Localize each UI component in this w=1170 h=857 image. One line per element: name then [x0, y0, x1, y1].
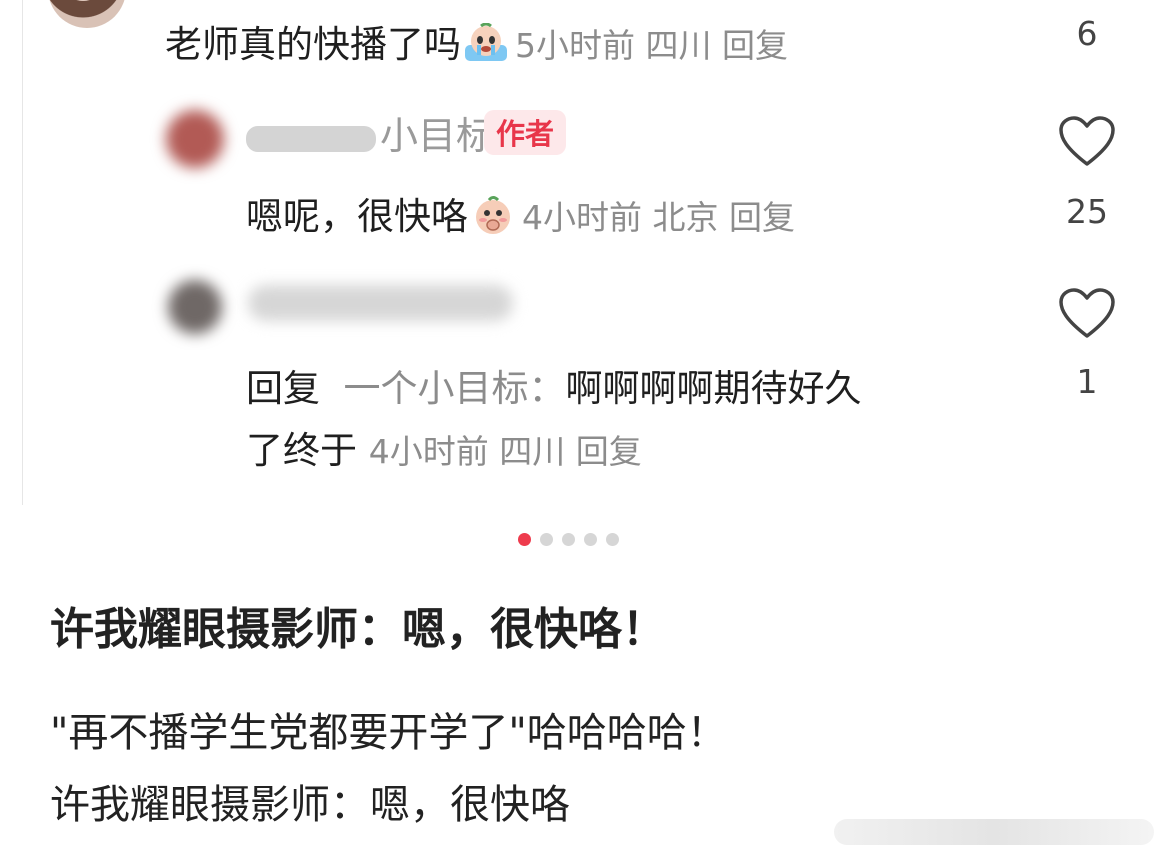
avatar[interactable]	[166, 110, 224, 168]
like-count: 1	[1076, 362, 1098, 401]
like-count: 25	[1066, 192, 1108, 231]
reply-button[interactable]: 回复	[576, 432, 642, 471]
carousel-dot[interactable]	[518, 533, 531, 546]
comment-text: 了终于	[246, 429, 357, 472]
name-blur	[246, 125, 376, 152]
watermark	[834, 819, 1154, 845]
user-reply-line1: 回复 一个小目标：啊啊啊啊期待好久	[246, 358, 862, 412]
post-body-line: 许我耀眼摄影师：嗯，很快咯	[50, 782, 570, 828]
panel-border	[22, 0, 23, 505]
comment-location: 四川	[645, 26, 712, 65]
avatar[interactable]	[168, 280, 222, 334]
heart-icon[interactable]	[1058, 116, 1116, 168]
author-reply: 嗯呢，很快咯 4小时前 北京 回复	[246, 186, 795, 240]
reply-button[interactable]: 回复	[729, 198, 795, 237]
heart-icon[interactable]	[1058, 288, 1116, 340]
comment-text: 嗯呢，很快咯	[246, 195, 468, 238]
comment-time: 4小时前	[368, 432, 489, 471]
user-name[interactable]	[248, 285, 513, 321]
comment-screenshot: 老师真的快播了吗 5小时前 四川 回复 6 小目标 作者 嗯呢，很快咯 4小时前 北…	[0, 0, 1170, 505]
comment-text: 啊啊啊啊期待好久	[565, 367, 862, 410]
comment-location: 北京	[652, 198, 719, 237]
reply-button[interactable]: 回复	[722, 26, 788, 65]
post-title: 许我耀眼摄影师：嗯，很快咯！	[50, 604, 666, 655]
crying-emoji-icon	[463, 22, 509, 63]
author-name[interactable]: 小目标	[246, 105, 494, 160]
like-count: 6	[1076, 14, 1098, 53]
carousel-dot[interactable]	[606, 533, 619, 546]
comment-text: 老师真的快播了吗	[165, 23, 461, 66]
carousel-dot[interactable]	[562, 533, 575, 546]
comment-top: 老师真的快播了吗 5小时前 四川 回复	[165, 14, 788, 68]
reply-prefix: 回复	[246, 367, 320, 410]
user-reply-line2: 了终于 4小时前 四川 回复	[246, 420, 642, 474]
carousel-dot[interactable]	[584, 533, 597, 546]
shy-emoji-icon	[470, 195, 516, 235]
carousel-dot[interactable]	[540, 533, 553, 546]
comment-location: 四川	[499, 432, 566, 471]
reply-to[interactable]: 一个小目标：	[344, 367, 566, 410]
avatar[interactable]	[48, 0, 126, 28]
author-badge: 作者	[484, 110, 567, 155]
comment-time: 5小时前	[515, 26, 635, 65]
comment-time: 4小时前	[522, 198, 642, 237]
post-body-line: "再不播学生党都要开学了"哈哈哈哈！	[50, 710, 727, 756]
carousel-indicator	[518, 533, 619, 546]
